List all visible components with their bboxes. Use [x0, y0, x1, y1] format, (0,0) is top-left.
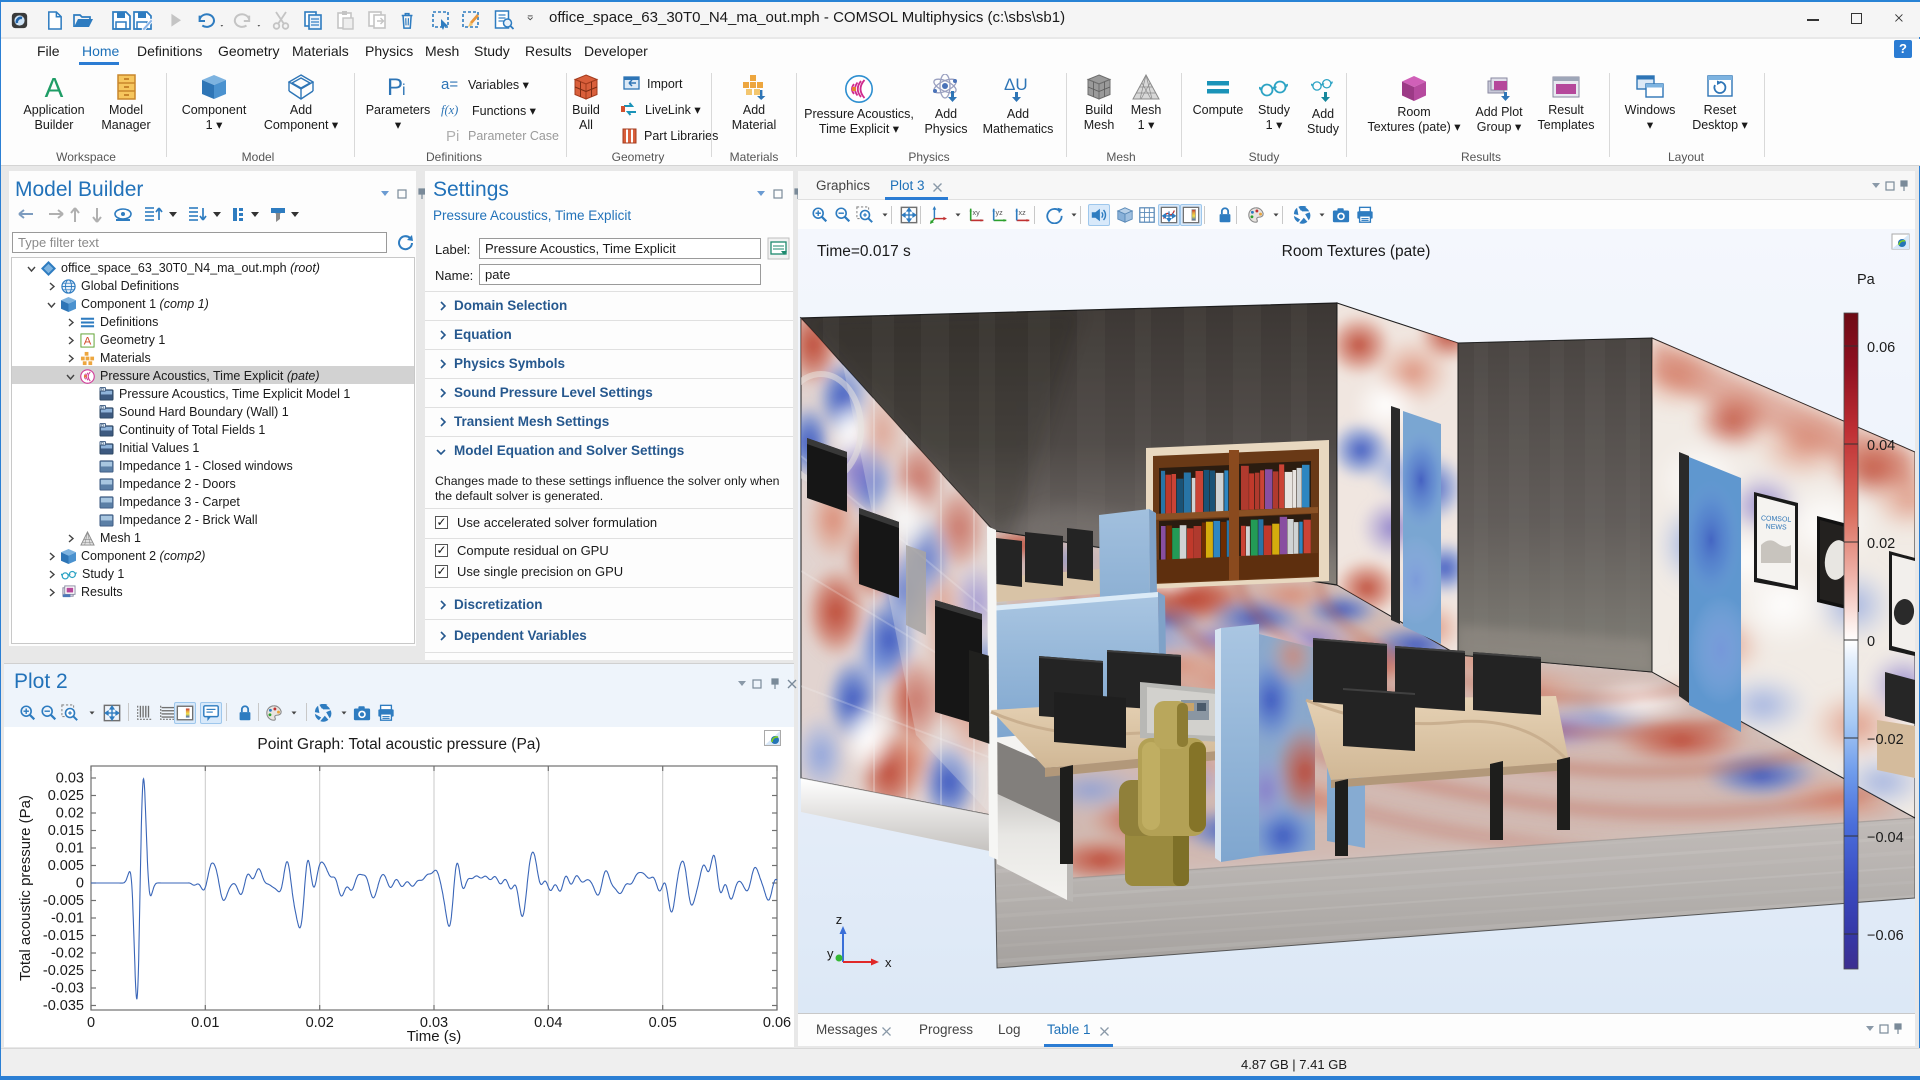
svg-text:A: A: [45, 74, 64, 100]
svg-text:0: 0: [76, 876, 84, 892]
svg-text:0.02: 0.02: [1867, 536, 1895, 552]
svg-text:-0.02: -0.02: [51, 946, 84, 962]
svg-text:-0.025: -0.025: [43, 963, 84, 979]
svg-text:0.01: 0.01: [56, 841, 84, 857]
svg-text:D: D: [101, 423, 104, 428]
svg-text:Pi: Pi: [446, 128, 459, 145]
svg-text:NEWS: NEWS: [1765, 523, 1787, 531]
svg-text:y: y: [827, 946, 834, 961]
svg-text:-0.01: -0.01: [51, 911, 84, 927]
svg-text:D: D: [101, 387, 104, 392]
svg-text:0.02: 0.02: [306, 1015, 334, 1031]
svg-text:−0.06: −0.06: [1867, 928, 1904, 944]
svg-text:D: D: [101, 405, 104, 410]
svg-text:0.02: 0.02: [56, 806, 84, 822]
svg-text:−0.02: −0.02: [1867, 732, 1904, 748]
svg-text:Room Textures (pate): Room Textures (pate): [1282, 243, 1431, 260]
svg-text:0.04: 0.04: [534, 1015, 562, 1031]
svg-text:D: D: [101, 441, 104, 446]
svg-text:xy: xy: [973, 208, 981, 217]
svg-text:0.025: 0.025: [48, 788, 84, 804]
svg-text:yz: yz: [996, 208, 1004, 217]
svg-text:-0.03: -0.03: [51, 981, 84, 997]
svg-text:A: A: [84, 335, 92, 347]
svg-text:a=: a=: [441, 76, 458, 93]
svg-text:0: 0: [1867, 634, 1875, 650]
svg-text:0.015: 0.015: [48, 823, 84, 839]
svg-text:z: z: [836, 912, 843, 927]
svg-text:ΔU: ΔU: [1004, 75, 1028, 94]
svg-text:P: P: [387, 74, 403, 100]
svg-text:0.06: 0.06: [1867, 340, 1895, 356]
svg-text:Time (s): Time (s): [407, 1028, 461, 1045]
svg-text:0.03: 0.03: [56, 771, 84, 787]
svg-text:0.06: 0.06: [763, 1015, 791, 1031]
svg-text:-0.005: -0.005: [43, 893, 84, 909]
svg-text:-0.035: -0.035: [43, 998, 84, 1014]
svg-text:xz: xz: [1019, 208, 1027, 217]
svg-text:f(x): f(x): [441, 103, 458, 117]
svg-text:0.04: 0.04: [1867, 438, 1895, 454]
svg-text:0.05: 0.05: [649, 1015, 677, 1031]
svg-text:Total acoustic pressure (Pa): Total acoustic pressure (Pa): [17, 795, 34, 981]
svg-text:0.005: 0.005: [48, 858, 84, 874]
svg-text:x: x: [885, 955, 892, 970]
svg-text:0.01: 0.01: [191, 1015, 219, 1031]
svg-text:i: i: [402, 82, 406, 99]
svg-text:Time=0.017 s: Time=0.017 s: [817, 243, 911, 260]
svg-text:−0.04: −0.04: [1867, 830, 1904, 846]
svg-text:Pa: Pa: [1857, 272, 1876, 288]
svg-text:-0.015: -0.015: [43, 928, 84, 944]
svg-text:0: 0: [87, 1015, 95, 1031]
